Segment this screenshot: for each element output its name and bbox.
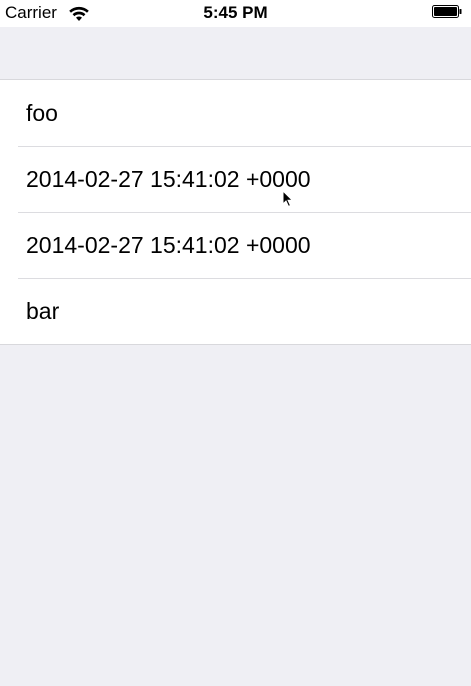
table-row[interactable]: foo	[0, 80, 471, 146]
table-row[interactable]: 2014-02-27 15:41:02 +0000	[0, 146, 471, 212]
table-row[interactable]: 2014-02-27 15:41:02 +0000	[0, 212, 471, 278]
cell-label: foo	[26, 99, 58, 126]
status-time: 5:45 PM	[203, 3, 268, 22]
cell-label: 2014-02-27 15:41:02 +0000	[26, 165, 311, 192]
battery-icon	[432, 5, 462, 18]
mouse-pointer-icon	[282, 190, 294, 208]
cell-label: bar	[26, 297, 60, 324]
table-view: foo 2014-02-27 15:41:02 +0000 2014-02-27…	[0, 79, 471, 345]
cell-label: 2014-02-27 15:41:02 +0000	[26, 231, 311, 258]
table-row[interactable]: bar	[0, 278, 471, 344]
status-bar: Carrier 5:45 PM	[0, 0, 471, 27]
table-header-spacer	[0, 27, 471, 79]
